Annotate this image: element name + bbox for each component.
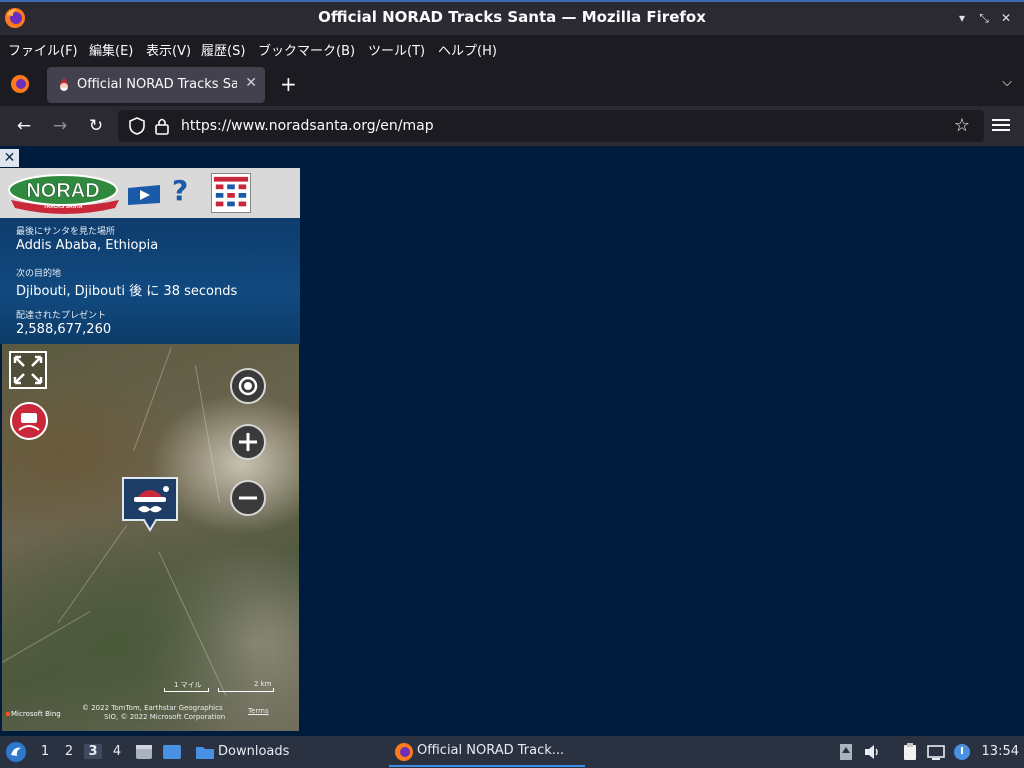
nav-bar: ← → ↻ https://www.noradsanta.org/en/map …	[0, 106, 1024, 146]
fullscreen-expand-icon[interactable]	[9, 351, 47, 389]
downloads-task[interactable]: Downloads	[218, 744, 289, 759]
list-tabs-chevron-down-icon[interactable]: ⌵	[1002, 75, 1012, 90]
menu-history[interactable]: 履歴(S)	[201, 40, 245, 59]
workspace-4[interactable]: 4	[108, 744, 126, 759]
minimize-icon[interactable]: ▾	[953, 9, 971, 27]
santa-cam-icon[interactable]	[10, 402, 48, 440]
santa-location-marker-icon[interactable]	[120, 475, 180, 533]
menu-file[interactable]: ファイル(F)	[8, 40, 78, 59]
scale-bar-mile	[164, 688, 209, 692]
url-text[interactable]: https://www.noradsanta.org/en/map	[181, 118, 434, 134]
menu-view[interactable]: 表示(V)	[146, 40, 191, 59]
bing-logo: Microsoft Bing	[6, 710, 72, 722]
zoom-in-icon[interactable]	[230, 424, 266, 460]
file-manager-icon[interactable]	[134, 742, 154, 762]
firefox-view-icon[interactable]	[10, 74, 30, 94]
menu-bookmarks[interactable]: ブックマーク(B)	[258, 40, 355, 59]
satellite-map[interactable]: 1 マイル 2 km © 2022 TomTom, Earthstar Geog…	[2, 344, 299, 731]
show-desktop-icon[interactable]	[162, 742, 182, 762]
network-icon[interactable]	[926, 742, 946, 762]
restore-icon[interactable]: ⤡	[975, 9, 993, 27]
norad-tracks-santa-logo[interactable]: NORAD TRACKS SANTA	[5, 170, 125, 215]
notes-tray-icon[interactable]	[900, 742, 920, 762]
map-attribution-line2: SIO, © 2022 Microsoft Corporation	[104, 713, 226, 721]
url-bar[interactable]: https://www.noradsanta.org/en/map ☆	[118, 110, 984, 142]
window-titlebar: Official NORAD Tracks Santa — Mozilla Fi…	[0, 0, 1024, 35]
firefox-task-icon	[395, 743, 413, 761]
start-menu-icon[interactable]	[5, 741, 27, 763]
workspace-1[interactable]: 1	[36, 744, 54, 759]
next-stop-label: 次の目的地	[16, 269, 62, 279]
map-attribution-line1: © 2022 TomTom, Earthstar Geographics	[82, 704, 223, 712]
santa-favicon-icon	[59, 78, 69, 91]
folder-icon	[196, 747, 214, 759]
forward-button[interactable]: →	[48, 114, 72, 138]
workspace-2[interactable]: 2	[60, 744, 78, 759]
scale-bar-km	[218, 688, 274, 692]
menu-edit[interactable]: 編集(E)	[89, 40, 133, 59]
panel-close-button[interactable]: ✕	[0, 149, 19, 167]
bookmark-star-icon[interactable]: ☆	[954, 115, 970, 136]
presents-value: 2,588,677,260	[16, 322, 112, 337]
video-play-icon[interactable]	[126, 184, 162, 206]
reload-button[interactable]: ↻	[84, 114, 108, 138]
clock[interactable]: 13:54	[982, 744, 1019, 759]
advent-calendar-icon[interactable]	[211, 173, 251, 213]
tracker-info-panel: 最後にサンタを見た場所 Addis Ababa, Ethiopia 次の目的地 …	[0, 218, 300, 344]
bing-brand-text: Microsoft Bing	[11, 710, 61, 718]
help-question-icon[interactable]: ?	[172, 174, 188, 207]
taskbar: 1 2 3 4 Downloads Official NORAD Track..…	[0, 736, 1024, 768]
presents-label: 配達されたプレゼント	[16, 311, 107, 321]
last-seen-value: Addis Ababa, Ethiopia	[16, 238, 159, 253]
scale-km-label: 2 km	[254, 680, 272, 688]
page-content: ✕ NORAD TRACKS SANTA ? 最後にサンタを見た場所 Addis…	[0, 146, 1024, 736]
next-stop-value: Djibouti, Djibouti 後 に 38 seconds	[16, 284, 238, 299]
last-seen-label: 最後にサンタを見た場所	[16, 227, 116, 237]
menu-tools[interactable]: ツール(T)	[368, 40, 425, 59]
menu-help[interactable]: ヘルプ(H)	[438, 40, 497, 59]
tab-close-icon[interactable]: ✕	[245, 75, 257, 91]
logo-subtitle-text: TRACKS SANTA	[43, 204, 82, 210]
window-title: Official NORAD Tracks Santa — Mozilla Fi…	[318, 8, 706, 26]
clipboard-tray-icon[interactable]	[836, 742, 856, 762]
shield-icon[interactable]	[128, 116, 146, 136]
menu-bar: ファイル(F) 編集(E) 表示(V) 履歴(S) ブックマーク(B) ツール(…	[0, 35, 1024, 63]
logo-title-text: NORAD	[26, 180, 99, 202]
workspace-3[interactable]: 3	[84, 744, 102, 759]
firefox-task[interactable]: Official NORAD Track...	[389, 737, 585, 767]
zoom-out-icon[interactable]	[230, 480, 266, 516]
firefox-task-label: Official NORAD Track...	[417, 743, 565, 758]
back-button[interactable]: ←	[12, 114, 36, 138]
locate-santa-icon[interactable]	[230, 368, 266, 404]
tab-strip: Official NORAD Tracks Santa ✕ + ⌵	[0, 63, 1024, 106]
lock-icon[interactable]	[154, 116, 170, 136]
update-notifier-icon[interactable]	[952, 742, 972, 762]
volume-icon[interactable]	[862, 742, 882, 762]
map-terms-link[interactable]: Terms	[248, 707, 269, 715]
hamburger-menu-icon[interactable]	[992, 116, 1010, 134]
tab-norad[interactable]: Official NORAD Tracks Santa ✕	[47, 67, 265, 103]
panel-header: NORAD TRACKS SANTA ?	[0, 168, 300, 218]
close-icon[interactable]: ✕	[997, 9, 1015, 27]
tab-label: Official NORAD Tracks Santa	[77, 77, 237, 92]
new-tab-button[interactable]: +	[280, 72, 297, 96]
